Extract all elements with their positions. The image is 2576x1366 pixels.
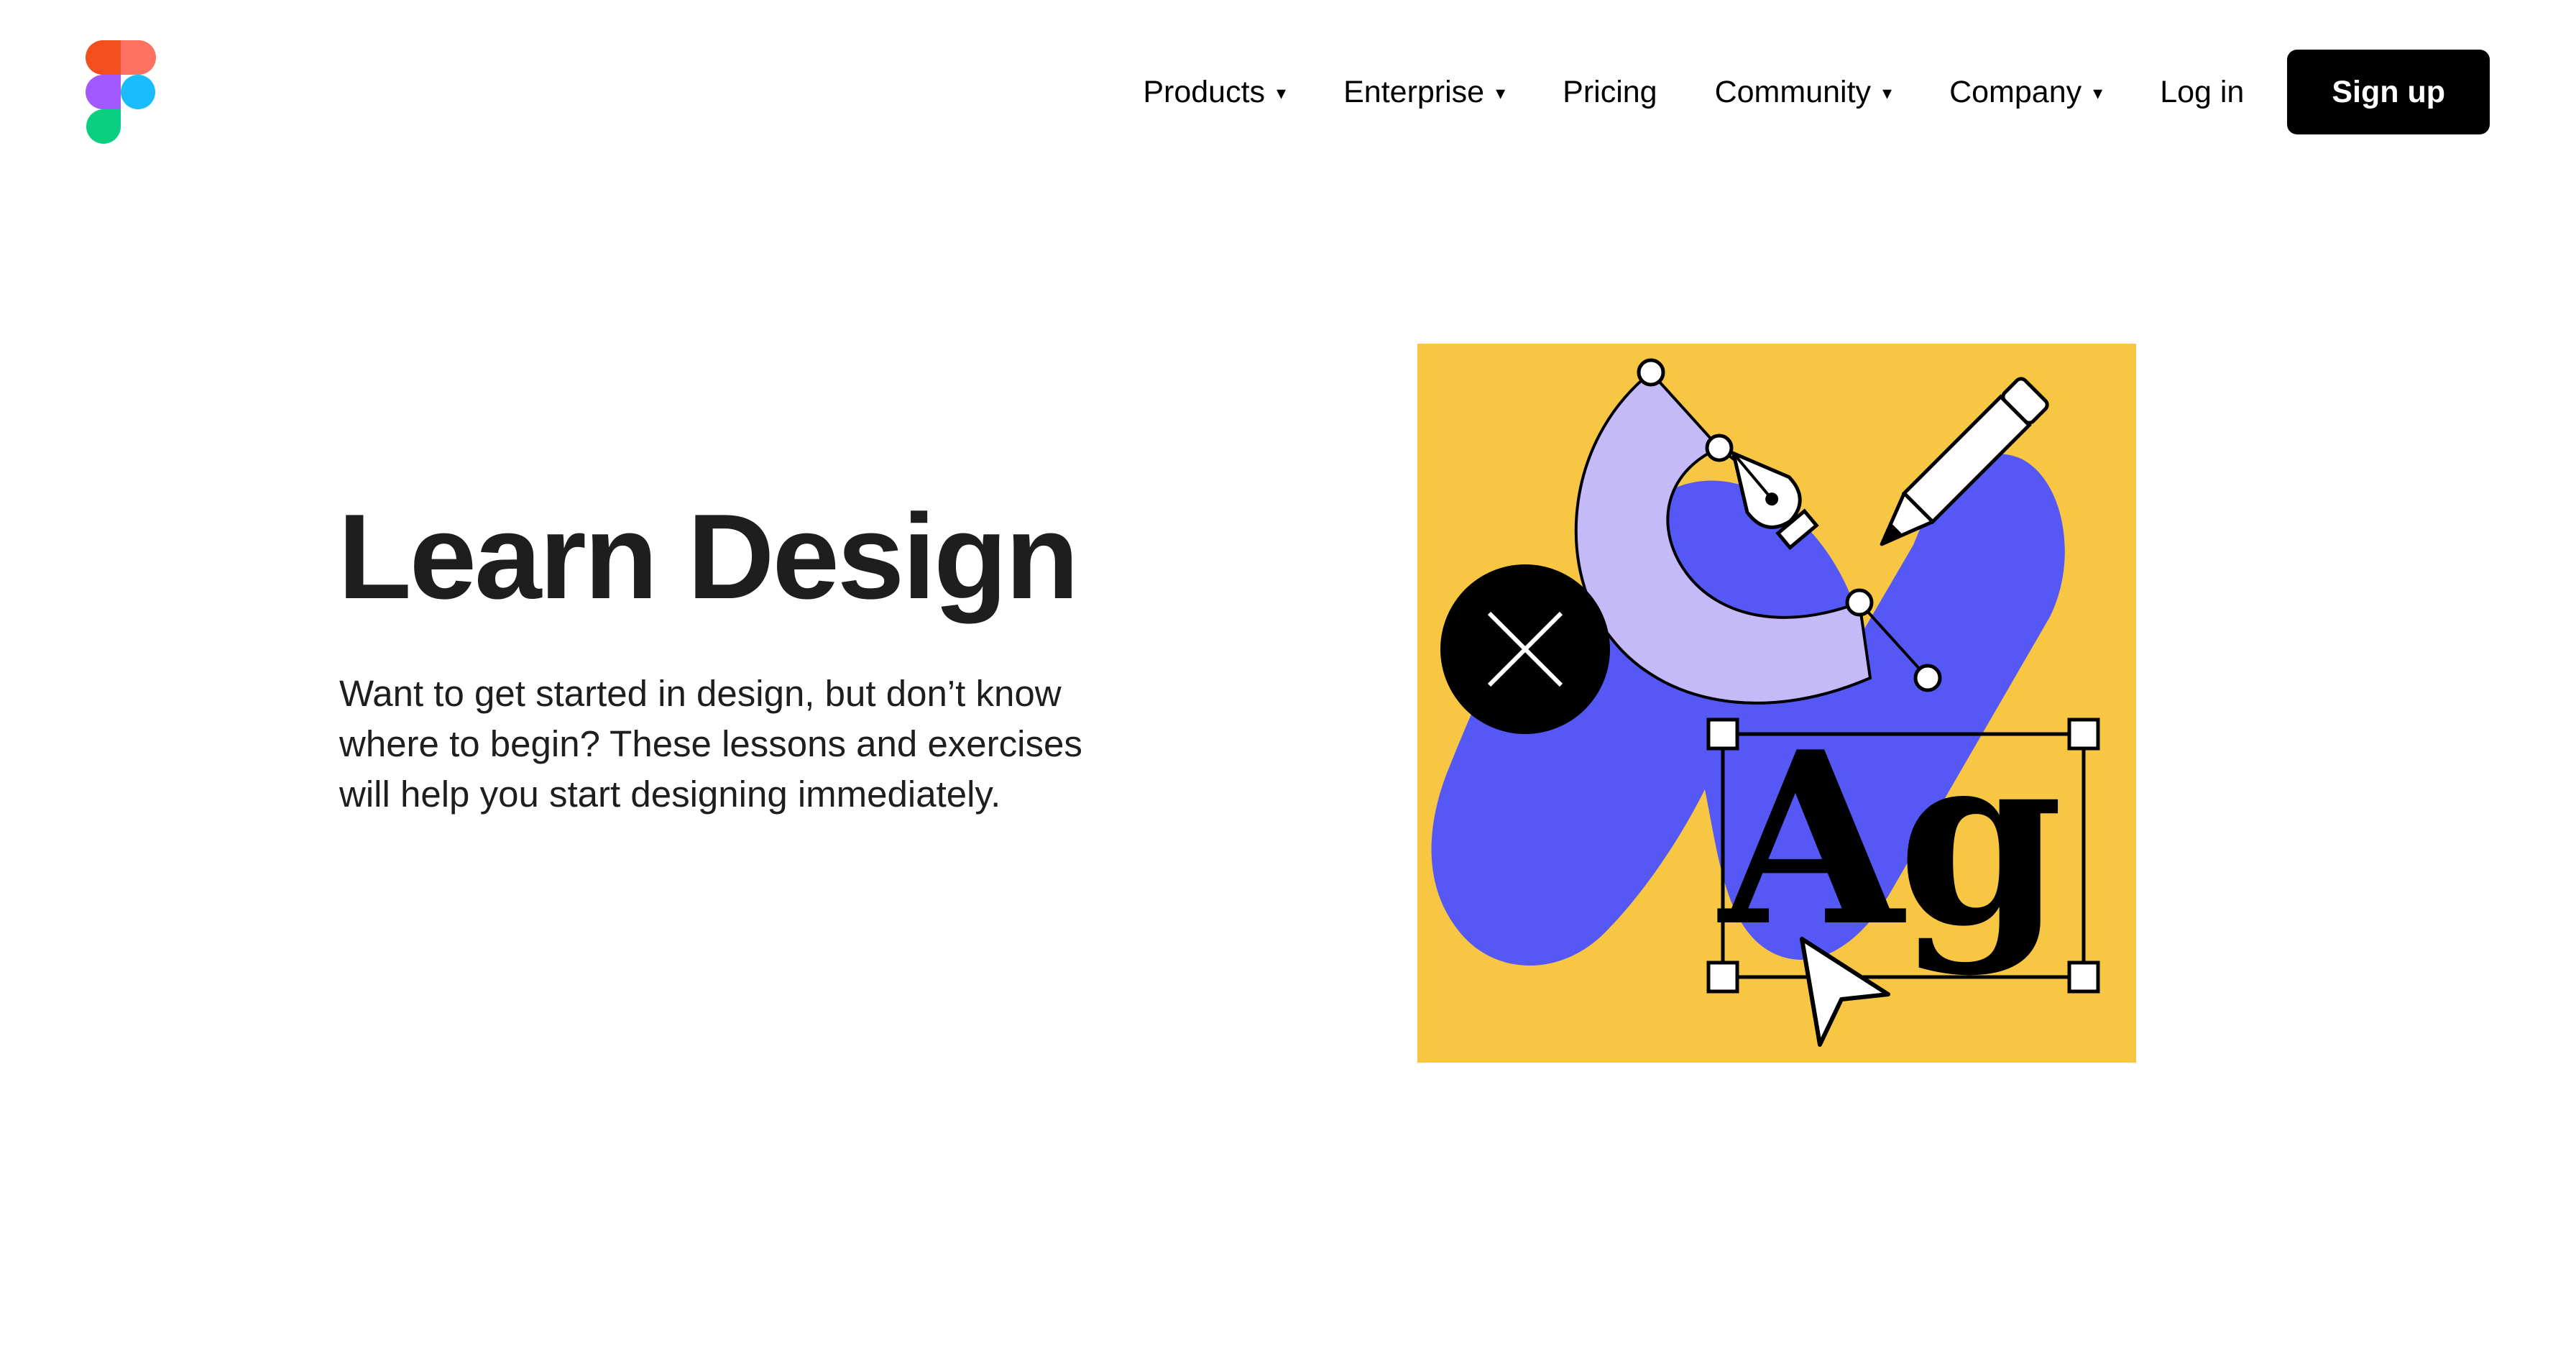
anchor-point — [1637, 358, 1665, 387]
nav-community-label: Community — [1714, 74, 1872, 109]
anchor-point — [1705, 434, 1734, 462]
caret-down-icon: ▾ — [2093, 81, 2103, 104]
nav-products[interactable]: Products ▾ — [1143, 75, 1286, 110]
main-navigation: Products ▾ Enterprise ▾ Pricing Communit… — [1143, 49, 2490, 135]
anchor-point — [1845, 588, 1874, 617]
nav-products-label: Products — [1143, 74, 1266, 109]
illustration-text: Ag — [1716, 700, 2061, 978]
resize-handle — [1706, 961, 1739, 994]
page-title: Learn Design — [338, 489, 1079, 624]
nav-pricing[interactable]: Pricing — [1563, 75, 1657, 110]
resize-handle — [2067, 718, 2100, 751]
login-link[interactable]: Log in — [2160, 75, 2244, 110]
nav-enterprise-label: Enterprise — [1343, 74, 1485, 109]
signup-button[interactable]: Sign up — [2287, 50, 2490, 134]
nav-enterprise[interactable]: Enterprise ▾ — [1343, 75, 1505, 110]
caret-down-icon: ▾ — [1496, 81, 1506, 104]
nav-company[interactable]: Company ▾ — [1949, 75, 2102, 110]
caret-down-icon: ▾ — [1276, 81, 1287, 104]
resize-handle — [2067, 961, 2100, 994]
close-icon — [1440, 564, 1610, 734]
login-label: Log in — [2160, 74, 2245, 109]
caret-down-icon: ▾ — [1882, 81, 1892, 104]
figma-logo-icon[interactable] — [85, 40, 157, 144]
learn-design-illustration: Ag — [1417, 344, 2136, 1063]
nav-company-label: Company — [1949, 74, 2082, 109]
hero-description: Want to get started in design, but don’t… — [339, 673, 1082, 815]
page: Products ▾ Enterprise ▾ Pricing Communit… — [0, 0, 2576, 1366]
nav-pricing-label: Pricing — [1563, 74, 1657, 109]
nav-community[interactable]: Community ▾ — [1715, 75, 1892, 110]
anchor-point — [1913, 664, 1942, 692]
resize-handle — [1706, 718, 1739, 751]
